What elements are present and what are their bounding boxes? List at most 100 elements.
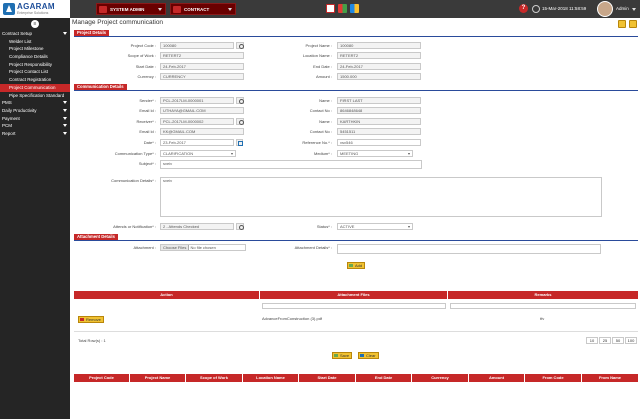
home-icon[interactable] bbox=[326, 4, 335, 13]
dashboard-icon[interactable] bbox=[350, 4, 359, 13]
save-icon bbox=[334, 354, 338, 357]
project-name-field[interactable]: 100080 bbox=[337, 42, 421, 49]
grid-col-scope[interactable]: Scope of Work bbox=[186, 374, 243, 382]
submodule-selector[interactable]: CONTRACT bbox=[170, 3, 236, 15]
start-date-field[interactable]: 24-Feb-2017 bbox=[160, 63, 244, 70]
sidebar-item-pcm[interactable]: PCM bbox=[0, 122, 70, 130]
medium-select[interactable]: MEETING bbox=[337, 150, 413, 157]
attachment-file-name[interactable]: AdvanceFromConstruction (3).pdf bbox=[262, 316, 322, 321]
receiver-contact-field[interactable]: 5451511 bbox=[337, 128, 421, 135]
sidebar-item-project-milestone[interactable]: Project Milestone bbox=[0, 45, 70, 53]
add-icon bbox=[349, 264, 353, 267]
avatar[interactable] bbox=[597, 1, 613, 17]
location-field[interactable]: RETERT2 bbox=[337, 52, 421, 59]
sender-email-field[interactable]: UTHAYA@GMAIL.COM bbox=[160, 107, 244, 114]
print-icon[interactable] bbox=[618, 20, 626, 28]
currency-field[interactable]: CURRENCY bbox=[160, 73, 244, 80]
search-icon[interactable] bbox=[236, 118, 244, 125]
chevron-down-icon bbox=[408, 153, 410, 155]
sidebar-item-daily-productivity[interactable]: Daily Productivity bbox=[0, 107, 70, 115]
end-date-field[interactable]: 24-Feb-2017 bbox=[337, 63, 421, 70]
communication-type-value: CLARIFICATION bbox=[163, 151, 194, 156]
remove-icon bbox=[80, 318, 84, 321]
page-size-25[interactable]: 25 bbox=[599, 337, 611, 344]
grid-col-location[interactable]: Location Name bbox=[243, 374, 299, 382]
reference-label: Reference No.* : bbox=[302, 140, 332, 145]
sender-name-field[interactable]: FIRST LAST bbox=[337, 97, 421, 104]
sidebar-item-contract-registration[interactable]: Contract Registration bbox=[0, 76, 70, 84]
sidebar-item-project-communication[interactable]: Project Communication bbox=[0, 83, 70, 92]
page-size-50[interactable]: 50 bbox=[612, 337, 624, 344]
sidebar-item-report[interactable]: Report bbox=[0, 130, 70, 138]
attachment-col-action: Action bbox=[74, 291, 260, 299]
current-datetime: 15-Mar-2018 11:58:59 bbox=[542, 6, 587, 11]
save-button-label: Save bbox=[340, 353, 350, 358]
receiver-field[interactable]: PCL-2017LM-0000002 bbox=[160, 118, 234, 125]
filter-files-input[interactable] bbox=[262, 303, 446, 309]
filter-remarks-input[interactable] bbox=[450, 303, 636, 309]
grid-col-project-name[interactable]: Project Name bbox=[130, 374, 186, 382]
save-button[interactable]: Save bbox=[332, 352, 353, 359]
subject-field[interactable]: sveiv bbox=[160, 160, 422, 169]
file-input[interactable]: Choose Files No file chosen bbox=[160, 244, 246, 251]
communication-details-textarea[interactable]: sveiv bbox=[160, 177, 602, 217]
brand-logo[interactable]: AGARAM Enterprise Solutions bbox=[0, 0, 70, 18]
calendar-icon[interactable] bbox=[236, 139, 243, 146]
sidebar-item-payment[interactable]: Payment bbox=[0, 115, 70, 123]
sender-contact-field[interactable]: 8646848648 bbox=[337, 107, 421, 114]
sidebar-toggle[interactable]: ≡ bbox=[0, 18, 70, 30]
reference-field[interactable]: vsv546 bbox=[337, 139, 421, 146]
status-select[interactable]: ACTIVE bbox=[337, 223, 413, 230]
menu-toggle-icon[interactable]: ≡ bbox=[31, 20, 39, 28]
module-selector[interactable]: SYSTEM ADMIN bbox=[96, 3, 166, 15]
search-icon[interactable] bbox=[236, 97, 244, 104]
page-size-100[interactable]: 100 bbox=[625, 337, 637, 344]
communication-type-select[interactable]: CLARIFICATION bbox=[160, 150, 236, 157]
attends-field[interactable]: 2 - Attends Checked bbox=[160, 223, 234, 230]
sidebar-item-project-contact-list[interactable]: Project Contact List bbox=[0, 68, 70, 76]
sidebar-item-welder-list[interactable]: Welder List bbox=[0, 38, 70, 46]
choose-files-button[interactable]: Choose Files bbox=[161, 245, 190, 250]
clear-button[interactable]: Clear bbox=[358, 352, 379, 359]
quick-nav bbox=[326, 2, 362, 16]
apps-icon[interactable] bbox=[338, 4, 347, 13]
chevron-down-icon bbox=[408, 226, 410, 228]
no-file-text: No file chosen bbox=[190, 245, 216, 250]
amount-field[interactable]: 1500.000 bbox=[337, 73, 421, 80]
search-icon[interactable] bbox=[236, 42, 244, 49]
receiver-name-field[interactable]: KARTHKIN bbox=[337, 118, 421, 125]
attachment-details-field[interactable] bbox=[337, 244, 601, 254]
page-size-10[interactable]: 10 bbox=[586, 337, 598, 344]
grid-col-end-date[interactable]: End Date bbox=[356, 374, 412, 382]
remove-button[interactable]: Remove bbox=[78, 316, 104, 323]
grid-col-currency[interactable]: Currency bbox=[412, 374, 469, 382]
user-name[interactable]: Admin bbox=[616, 6, 629, 11]
sidebar-item-pms[interactable]: PMS bbox=[0, 99, 70, 107]
help-icon[interactable]: ? bbox=[519, 4, 528, 13]
submodule-label: CONTRACT bbox=[184, 7, 210, 12]
receiver-email-field[interactable]: KK@GMAIL.COM bbox=[160, 128, 244, 135]
receiver-email-label: Email Id : bbox=[139, 129, 156, 134]
scope-field[interactable]: RETERT2 bbox=[160, 52, 244, 59]
date-field[interactable]: 23-Feb-2017 bbox=[160, 139, 234, 146]
sidebar-item-compliance-details[interactable]: Compliance Details bbox=[0, 53, 70, 61]
main-content: Manage Project communication Project Det… bbox=[72, 18, 640, 419]
sidebar-item-project-responsibility[interactable]: Project Responsibility bbox=[0, 61, 70, 69]
grid-col-start-date[interactable]: Start Date bbox=[299, 374, 356, 382]
grid-col-from-code[interactable]: From Code bbox=[525, 374, 582, 382]
grid-col-from-name[interactable]: From Name bbox=[582, 374, 638, 382]
sender-field[interactable]: PCL-2017LM-0000001 bbox=[160, 97, 234, 104]
status-label: Status* : bbox=[316, 224, 332, 229]
search-icon[interactable] bbox=[236, 223, 244, 230]
brand-tagline: Enterprise Solutions bbox=[17, 11, 49, 15]
chevron-down-icon[interactable] bbox=[632, 8, 636, 11]
sidebar-item-contract-setup[interactable]: Contract Setup bbox=[0, 30, 70, 38]
add-button[interactable]: Add bbox=[347, 262, 366, 269]
grid-col-project-code[interactable]: Project Code bbox=[74, 374, 130, 382]
sidebar-item-pipe-specification[interactable]: Pipe Specification Standard bbox=[0, 92, 70, 100]
project-code-field[interactable]: 100080 bbox=[160, 42, 234, 49]
export-icon[interactable] bbox=[629, 20, 637, 28]
status-value: ACTIVE bbox=[340, 224, 355, 229]
sidebar-item-label: Project Contact List bbox=[9, 69, 49, 75]
grid-col-amount[interactable]: Amount bbox=[469, 374, 525, 382]
